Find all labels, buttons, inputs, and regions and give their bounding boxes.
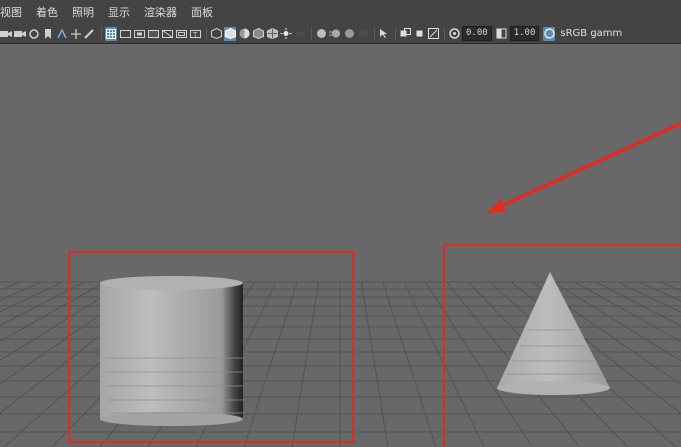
film-gate-icon[interactable]	[119, 27, 131, 41]
safe-title-icon[interactable]: T	[189, 27, 201, 41]
menu-renderer[interactable]: 渲染器	[138, 4, 185, 20]
frame-all-icon[interactable]	[399, 27, 411, 41]
resolution-gate-icon[interactable]	[133, 27, 145, 41]
field-chart-icon[interactable]	[161, 27, 173, 41]
cylinder-object[interactable]	[100, 276, 243, 426]
panel-menu-bar: 视图 着色 照明 显示 渲染器 面板	[0, 0, 681, 25]
menu-show[interactable]: 显示	[102, 4, 138, 20]
toolbar-separator	[311, 27, 312, 40]
toolbar-separator	[395, 27, 396, 40]
default-material-icon[interactable]	[238, 27, 250, 41]
exposure-field[interactable]: 0.00	[462, 26, 492, 41]
motion-blur-icon[interactable]	[329, 27, 341, 41]
frame-selected-icon[interactable]	[413, 27, 425, 41]
gamma-field[interactable]: 1.00	[509, 26, 540, 41]
smooth-shade-icon[interactable]	[224, 26, 236, 41]
two-d-pan-zoom-icon[interactable]	[70, 27, 82, 41]
toggle-hud-icon[interactable]	[427, 27, 439, 41]
bookmark-icon[interactable]	[42, 27, 54, 41]
menu-view[interactable]: 视图	[0, 4, 30, 20]
textured-icon[interactable]	[266, 27, 278, 41]
use-all-lights-icon[interactable]	[280, 27, 292, 41]
ambient-occlusion-icon[interactable]	[315, 27, 327, 41]
depth-of-field-icon[interactable]	[357, 27, 369, 41]
isolate-select-icon[interactable]	[378, 27, 390, 41]
grid-toggle-icon[interactable]	[105, 26, 117, 41]
exposure-icon[interactable]	[448, 27, 460, 41]
camera-lock-icon[interactable]	[14, 27, 26, 41]
multisample-icon[interactable]	[343, 27, 355, 41]
color-space-selector[interactable]: sRGB gamm	[560, 28, 622, 39]
menu-lighting[interactable]: 照明	[66, 4, 102, 20]
toolbar-separator	[101, 27, 102, 40]
svg-text:T: T	[192, 31, 198, 39]
toolbar-separator	[206, 27, 207, 40]
camera-attributes-icon[interactable]	[28, 27, 40, 41]
menu-shading[interactable]: 着色	[30, 4, 66, 20]
toolbar-separator	[374, 27, 375, 40]
gamma-icon[interactable]	[496, 27, 508, 41]
wireframe-icon[interactable]	[210, 27, 222, 41]
camera-icon[interactable]	[0, 27, 12, 41]
panel-toolbar: T 0.00 1.00 sRGB gamm	[0, 24, 681, 44]
shadows-icon[interactable]	[294, 27, 306, 41]
gate-mask-icon[interactable]	[147, 27, 159, 41]
xray-icon[interactable]	[252, 27, 264, 41]
grease-pencil-icon[interactable]	[84, 27, 96, 41]
image-plane-icon[interactable]	[56, 27, 68, 41]
safe-action-icon[interactable]	[175, 27, 187, 41]
3d-viewport[interactable]	[0, 44, 681, 447]
menu-panels[interactable]: 面板	[185, 4, 221, 20]
color-management-icon[interactable]	[543, 26, 556, 41]
toolbar-separator	[444, 27, 445, 40]
